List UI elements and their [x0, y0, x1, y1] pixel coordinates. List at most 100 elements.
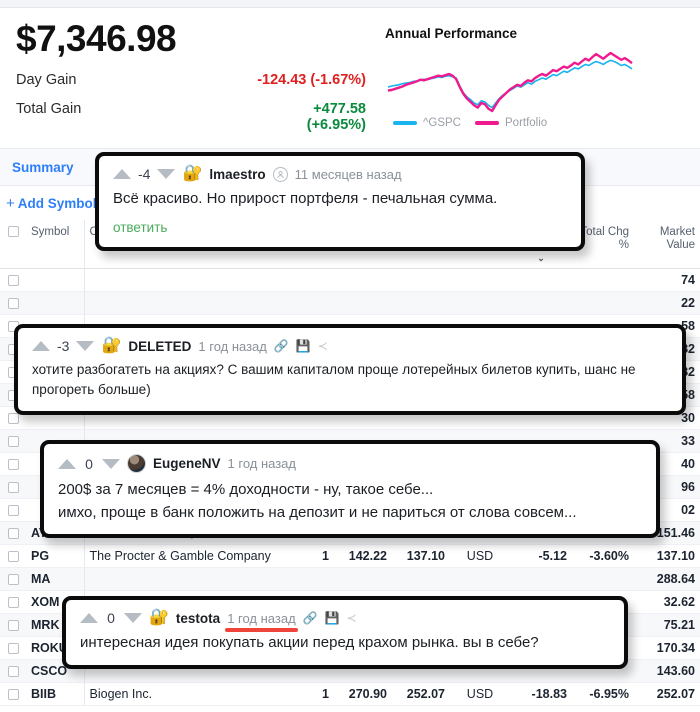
avatar[interactable]: 🔐: [182, 166, 202, 182]
row-total-chg: -18.83: [510, 682, 572, 706]
row-select[interactable]: [0, 659, 26, 683]
table-row[interactable]: PG The Procter & Gamble Company 1 142.22 137…: [0, 544, 700, 568]
row-currency: USD: [450, 544, 510, 568]
row-currency: [450, 291, 510, 315]
upvote-icon[interactable]: [58, 458, 76, 469]
upvote-icon[interactable]: [32, 341, 50, 351]
row-select[interactable]: [0, 291, 26, 315]
avatar[interactable]: 🔐: [149, 610, 169, 626]
select-all-header[interactable]: [0, 220, 26, 269]
row-company-name: [83, 567, 284, 591]
share-icon[interactable]: ≺: [318, 339, 328, 353]
avatar[interactable]: [127, 454, 146, 473]
row-select[interactable]: [0, 682, 26, 706]
comment-score: 0: [85, 455, 93, 472]
row-checkbox[interactable]: [7, 459, 19, 471]
total-gain-value: +477.58 (+6.95%): [306, 100, 366, 133]
comment-text: Всё красиво. Но прирост портфеля - печал…: [113, 190, 498, 207]
row-checkbox[interactable]: [7, 643, 19, 655]
row-total-chg: [510, 268, 572, 292]
table-row[interactable]: MA 288.64: [0, 567, 700, 591]
row-checkbox[interactable]: [7, 620, 19, 632]
reply-button[interactable]: ответить: [113, 220, 167, 235]
save-icon[interactable]: 💾: [325, 611, 340, 625]
comment-popup-lmaestro[interactable]: -4 🔐 lmaestro 11 месяцев назад Всё красиво. …: [95, 152, 585, 251]
chart-series-gspc: [387, 59, 633, 109]
comment-popup-eugenenv[interactable]: 0 EugeneNV 1 год назад 200$ за 7 месяцев = …: [40, 440, 660, 538]
row-currency: USD: [450, 682, 510, 706]
comment-username[interactable]: testota: [176, 611, 220, 626]
row-cost-per-share: [334, 291, 392, 315]
row-checkbox[interactable]: [7, 505, 19, 517]
row-select[interactable]: [0, 429, 26, 453]
row-company-name: [83, 291, 284, 315]
row-checkbox[interactable]: [7, 528, 19, 540]
row-checkbox[interactable]: [7, 597, 19, 609]
row-select[interactable]: [0, 475, 26, 499]
share-icon[interactable]: ≺: [347, 611, 357, 625]
row-cost-per-share: [334, 268, 392, 292]
row-checkbox[interactable]: [7, 551, 19, 563]
avatar[interactable]: 🔐: [101, 338, 121, 354]
row-select[interactable]: [0, 544, 26, 568]
row-market-value: 32.62: [634, 590, 700, 614]
comment-timestamp: 11 месяцев назад: [294, 166, 402, 182]
portfolio-page: $7,346.98 Day Gain -124.43 (-1.67%) Tota…: [0, 0, 700, 712]
add-symbol-button[interactable]: + Add Symbol: [6, 195, 97, 212]
table-row[interactable]: BIIB Biogen Inc. 1 270.90 252.07 USD -18.83 -6.…: [0, 682, 700, 706]
upvote-icon[interactable]: [80, 613, 98, 623]
row-checkbox[interactable]: [7, 298, 19, 310]
link-icon[interactable]: 🔗: [303, 611, 318, 625]
legend-swatch-gspc: [393, 121, 417, 125]
table-row[interactable]: 22: [0, 291, 700, 315]
comment-popup-deleted[interactable]: -3 🔐 DELETED 1 год назад 🔗 💾 ≺ хотите разбогате…: [14, 324, 686, 415]
comment-timestamp: 1 год назад: [225, 610, 299, 632]
downvote-icon[interactable]: [157, 169, 176, 179]
header-symbol[interactable]: Symbol: [26, 220, 84, 269]
row-currency: [450, 567, 510, 591]
comment-text: имхо, проще в банк положить на депозит и…: [58, 503, 577, 521]
comment-popup-testota[interactable]: 0 🔐 testota 1 год назад 🔗 💾 ≺ интересная идея п…: [62, 596, 628, 669]
comment-username[interactable]: EugeneNV: [153, 456, 221, 471]
comment-username[interactable]: lmaestro: [209, 167, 265, 182]
row-checkbox[interactable]: [7, 574, 19, 586]
row-checkbox[interactable]: [7, 436, 19, 448]
downvote-icon[interactable]: [76, 341, 95, 351]
row-last-price: 252.07: [392, 682, 450, 706]
row-select[interactable]: [0, 452, 26, 476]
table-row[interactable]: 74: [0, 268, 700, 292]
row-select[interactable]: [0, 521, 26, 545]
row-last-price: [392, 567, 450, 591]
row-select[interactable]: [0, 498, 26, 522]
row-checkbox[interactable]: [7, 482, 19, 494]
comment-header: 0 🔐 testota 1 год назад 🔗 💾 ≺: [80, 610, 610, 632]
row-symbol: MA: [26, 567, 84, 591]
row-checkbox[interactable]: [7, 275, 19, 287]
row-checkbox[interactable]: [7, 413, 19, 425]
nav-tab-summary[interactable]: Summary: [12, 160, 74, 175]
row-symbol: [26, 268, 84, 292]
row-checkbox[interactable]: [7, 689, 19, 701]
save-icon[interactable]: 💾: [296, 339, 311, 353]
select-all-checkbox[interactable]: [7, 226, 19, 238]
comment-header: 0 EugeneNV 1 год назад: [58, 454, 642, 473]
comment-username[interactable]: DELETED: [128, 339, 191, 354]
comment-header: -4 🔐 lmaestro 11 месяцев назад: [113, 166, 567, 182]
downvote-icon[interactable]: [124, 613, 142, 623]
add-symbol-label: Add Symbol: [17, 195, 97, 211]
sort-caret-icon: ⌄: [537, 252, 545, 263]
row-total-chg-pct: -6.95%: [572, 682, 634, 706]
link-icon[interactable]: 🔗: [274, 339, 289, 353]
header-market-value[interactable]: Market Value: [634, 220, 700, 269]
row-shares: [284, 291, 334, 315]
legend-item-portfolio: Portfolio: [475, 117, 547, 129]
row-select[interactable]: [0, 567, 26, 591]
row-checkbox[interactable]: [7, 666, 19, 678]
row-select[interactable]: [0, 613, 26, 637]
row-select[interactable]: [0, 636, 26, 660]
row-select[interactable]: [0, 268, 26, 292]
legend-label-portfolio: Portfolio: [505, 117, 548, 129]
upvote-icon[interactable]: [113, 169, 131, 179]
downvote-icon[interactable]: [102, 458, 120, 469]
row-select[interactable]: [0, 590, 26, 614]
